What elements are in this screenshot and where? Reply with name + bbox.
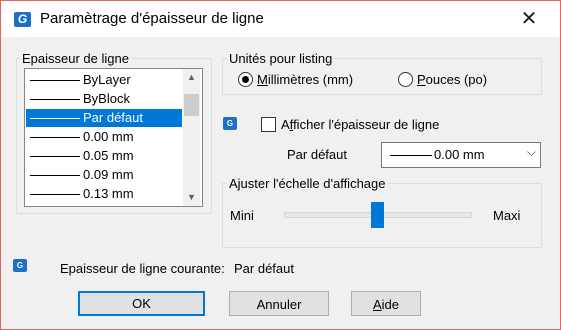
list-item[interactable]: 0.05 mm [26,147,182,165]
scale-group-label: Ajuster l'échelle d'affichage [227,176,388,191]
title-bar[interactable]: G Paramètrage d'épaisseur de ligne ✕ [1,1,560,37]
close-icon[interactable]: ✕ [509,4,549,34]
dialog-window: G Paramètrage d'épaisseur de ligne ✕ Epa… [0,0,561,330]
list-item[interactable]: 0.09 mm [26,166,182,184]
scroll-down-icon[interactable]: ▼ [183,189,200,206]
default-lineweight-combo[interactable]: 0.00 mm ⌵ [381,142,541,168]
list-item[interactable]: ByLayer [26,71,182,89]
inches-radio-label[interactable]: Pouces (po) [417,72,487,87]
list-item[interactable]: 0.00 mm [26,128,182,146]
chevron-down-icon: ⌵ [526,145,536,159]
lineweight-group-label: Epaisseur de ligne [20,51,131,66]
mm-radio[interactable] [238,72,253,87]
current-lineweight-label: Epaisseur de ligne courante: [60,261,225,276]
lineweight-icon: G [223,117,237,130]
scroll-thumb[interactable] [184,94,199,116]
app-logo-icon: G [14,12,31,27]
radio-dot [242,76,249,83]
cancel-button[interactable]: Annuler [229,291,329,316]
inches-radio[interactable] [398,72,413,87]
display-lineweight-checkbox[interactable] [261,117,276,132]
help-button[interactable]: Aide [351,291,421,316]
slider-min-label: Mini [230,208,254,223]
line-sample [30,99,80,100]
window-title: Paramètrage d'épaisseur de ligne [40,10,264,27]
default-lineweight-value: 0.00 mm [434,147,485,162]
list-scrollbar[interactable]: ▲ ▼ [183,69,200,206]
list-item[interactable]: 0.13 mm [26,185,182,203]
line-sample [390,155,432,156]
display-lineweight-label[interactable]: Afficher l'épaisseur de ligne [281,117,439,132]
line-sample [30,194,80,195]
current-lineweight-icon: G [13,259,27,272]
list-item-selected[interactable]: Par défaut [26,109,182,127]
line-sample [30,175,80,176]
lineweight-list[interactable]: ByLayer ByBlock Par défaut 0.00 mm 0.05 … [24,68,203,207]
current-lineweight-value: Par défaut [234,261,294,276]
slider-max-label: Maxi [493,208,521,223]
line-sample [30,118,80,119]
default-label: Par défaut [287,147,347,162]
line-sample [30,137,80,138]
list-item[interactable]: ByBlock [26,90,182,108]
units-group-label: Unités pour listing [227,51,335,66]
mm-radio-label[interactable]: Millimètres (mm) [257,72,353,87]
scale-slider-thumb[interactable] [371,202,384,228]
line-sample [30,156,80,157]
scroll-up-icon[interactable]: ▲ [183,69,200,86]
line-sample [30,80,80,81]
ok-button[interactable]: OK [78,291,205,316]
